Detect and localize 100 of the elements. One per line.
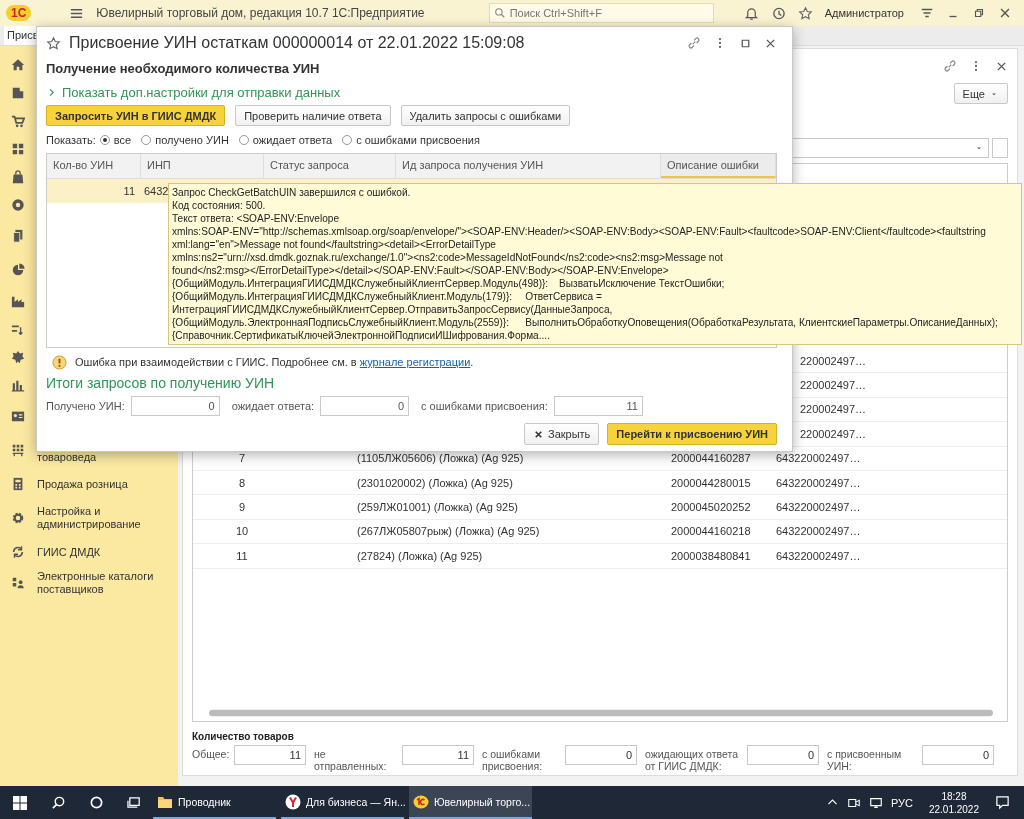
user-name[interactable]: Администратор (824, 7, 904, 19)
table-cell-text: (259ЛЖ01001) (Ложка) (Ag 925) (356, 501, 519, 514)
table-cell-text: 2000044160218 (671, 525, 752, 538)
cart-icon[interactable] (11, 114, 25, 128)
clock-time[interactable]: 18:28 (941, 789, 967, 803)
warning-message: Ошибка при взаимодействии с ГИИС. Подробнее см. в журнале регистрации. (75, 356, 474, 368)
factory-icon[interactable] (11, 294, 25, 308)
star-icon[interactable] (46, 35, 61, 51)
assign-button[interactable]: Перейти к присвоению УИН (607, 423, 777, 445)
number-field[interactable]: 0 (320, 396, 410, 416)
table-cell-text: 643220002497… (775, 525, 862, 538)
number-field[interactable]: 0 (747, 745, 819, 765)
table-cell-text: 2000038480841 (671, 549, 752, 562)
circle-icon[interactable] (89, 795, 104, 810)
bell-icon[interactable] (743, 5, 759, 21)
number-field[interactable]: 0 (922, 745, 994, 765)
sidebar-item[interactable]: Электронные каталоги поставщиков (37, 570, 157, 596)
windows-logo-icon[interactable] (12, 794, 28, 811)
table-cell-text: (2301020002) (Ложка) (Ag 925) (356, 476, 514, 489)
window-title: Ювелирный торговый дом, редакция 10.7 1С:Предприятие (96, 6, 425, 20)
field-label: ожидает ответа: (231, 400, 315, 412)
column-header[interactable]: Статус запроса (264, 154, 396, 178)
shelf-icon[interactable] (11, 443, 25, 457)
home-icon[interactable] (11, 58, 25, 72)
number-field[interactable]: 11 (234, 745, 306, 765)
expander-link[interactable]: Показать доп.настройки для отправки данных (46, 83, 777, 101)
scrollbar[interactable] (209, 709, 993, 717)
restore-icon[interactable] (972, 6, 986, 20)
column-header[interactable]: Описание ошибки (661, 154, 776, 178)
taskbar-app[interactable]: Для бизнеса — Ян... (281, 786, 404, 819)
id-card-icon[interactable] (11, 409, 25, 423)
field-label: не отправленных: (313, 747, 388, 772)
number-field[interactable]: 11 (402, 745, 474, 765)
radio-label[interactable]: ожидает ответа (252, 134, 333, 146)
emblem-icon[interactable] (11, 350, 25, 364)
table-cell-text: 10 (234, 525, 250, 538)
request-button[interactable]: Запросить УИН в ГИИС ДМДК (46, 105, 226, 126)
radio-label[interactable]: с ошибками присвоения (356, 134, 480, 146)
star-icon[interactable] (797, 5, 813, 21)
menu-icon[interactable] (920, 6, 934, 20)
language-indicator[interactable]: РУС (890, 796, 913, 809)
field-label: Общее: (192, 747, 230, 760)
radio-label[interactable]: все (113, 134, 132, 146)
number-field[interactable]: 0 (565, 745, 637, 765)
bag-icon[interactable] (11, 170, 25, 184)
sync-icon[interactable] (11, 545, 25, 559)
table-cell-text: 2000044280015 (671, 476, 752, 489)
more-button[interactable]: Еще (953, 83, 1008, 104)
close-icon[interactable] (998, 6, 1012, 20)
request-button[interactable]: Проверить наличие ответа (235, 105, 391, 126)
sidebar-item[interactable]: Настройка и администрирование (37, 505, 157, 531)
filter-label: Показать: (46, 134, 96, 146)
error-tooltip: Запрос CheckGetBatchUIN завершился с ошибкой. Код состояния: 500. Текст ответа: <SOAP-ENV:Envelope xmlns:SOAP-ENV="http://schemas.xmlsoap.org/soap/envelope/"><SOAP-ENV:Header/><SOAP-ENV:Body><SOAP-ENV:Fault><faultcode>SOAP-ENV:Client</faultcode><faultstring xml:lang="en">Message not found</faultstring><detail><ErrorDetailType xmlns:ns2="urn://xsd.dmdk.goznak.ru/exchange/1.0"><ns2:code>MessageIdNotFound</ns2:code><ns2:msg>Message not found</ns2:msg></ErrorDetailType></detail></SOAP-ENV:Fault></SOAP-ENV:Body></SOAP-ENV:Envelope> {ОбщийМодуль.ИнтеграцияГИИСДМДКСлужебныйКлиентСервер.Модуль(498)}: ВызватьИсключение ТекстОшибки; {ОбщийМодуль.ИнтеграцияГИИСДМДКСлужебныйКлиент.Модуль(179)}: ОтветСервиса = ИнтеграцияГИИСДМДКСлужебныйКлиентСервер.ОтправитьЗапросСервису(ДанныеЗапроса, {ОбщийМодуль.ЭлектроннаяПодписьСлужебныйКлиент.Модуль(2559)}: ВыполнитьОбработкуОповещения(ОбработкаРезультата, КлиентскиеПараметры.ОписаниеДанных); {Справочник.СертификатыКлючейЭлектроннойПодписиИШифрования.Форма.... (168, 183, 1022, 345)
column-header[interactable]: ИНП (141, 154, 264, 178)
search-icon (493, 7, 506, 19)
dialog-title: Присвоение УИН остаткам 000000014 от 22.01.2022 15:09:08 (69, 34, 525, 52)
browser-icon (285, 793, 301, 810)
pie-chart-icon[interactable] (11, 263, 25, 277)
logo[interactable]: 1С (6, 5, 32, 21)
number-field[interactable]: 11 (553, 396, 643, 416)
bar-chart-icon[interactable] (11, 378, 25, 392)
sidebar-item[interactable]: Продажа розница (37, 477, 157, 491)
table-cell-text: 11 (235, 549, 249, 562)
close-button[interactable]: Закрыть (524, 423, 600, 445)
section-title: Итоги запросов по получению УИН (46, 375, 276, 393)
table-cell-text: (1105ЛЖ05606) (Ложка) (Ag 925) (356, 452, 525, 465)
table-cell-text: 9 (237, 501, 247, 514)
field-label: Получено УИН: (46, 400, 125, 412)
clock-date[interactable]: 22.01.2022 (928, 802, 979, 816)
table-cell-text: 220002497… (799, 403, 868, 416)
table-cell-text: 643220002497… (775, 549, 862, 562)
number-field[interactable]: 0 (130, 396, 220, 416)
grid-icon[interactable] (11, 142, 25, 156)
field-label: с ошибками присвоения: (481, 747, 544, 772)
network-icon[interactable] (868, 795, 883, 810)
notification-icon[interactable] (995, 795, 1010, 810)
building-icon[interactable] (11, 86, 25, 100)
radio-label[interactable]: получено УИН (155, 134, 229, 146)
documents-icon[interactable] (11, 229, 25, 243)
sidebar-item[interactable]: ГИИС ДМДК (37, 545, 157, 559)
link-icon[interactable] (943, 59, 957, 73)
catalog-icon[interactable] (11, 576, 25, 590)
table-cell-text: (267ЛЖ05807рыж) (Ложка) (Ag 925) (356, 525, 541, 538)
coin-icon[interactable] (11, 198, 25, 212)
calculator-icon[interactable] (11, 477, 25, 491)
link-icon[interactable] (687, 36, 701, 50)
settings-icon[interactable] (11, 511, 25, 525)
search-field[interactable]: Поиск Ctrl+Shift+F (488, 3, 714, 23)
taskbar-app[interactable]: Ювелирный торго... (409, 786, 532, 819)
table-cell-text: 8 (237, 476, 247, 489)
column-header[interactable]: Кол-во УИН (47, 154, 141, 178)
table-cell-text: (27824) (Ложка) (Ag 925) (356, 549, 484, 562)
field-label: ожидающих ответа от ГИИС ДМДК: (644, 747, 740, 772)
close-icon (533, 428, 544, 440)
taskbar-app[interactable]: Проводник (153, 786, 276, 819)
task-view-icon[interactable] (127, 795, 142, 810)
history-icon[interactable] (770, 5, 786, 21)
table-cell-text: 2000044160287 (671, 452, 752, 465)
request-button[interactable]: Удалить запросы с ошибками (400, 105, 571, 126)
search-icon[interactable] (51, 795, 66, 810)
